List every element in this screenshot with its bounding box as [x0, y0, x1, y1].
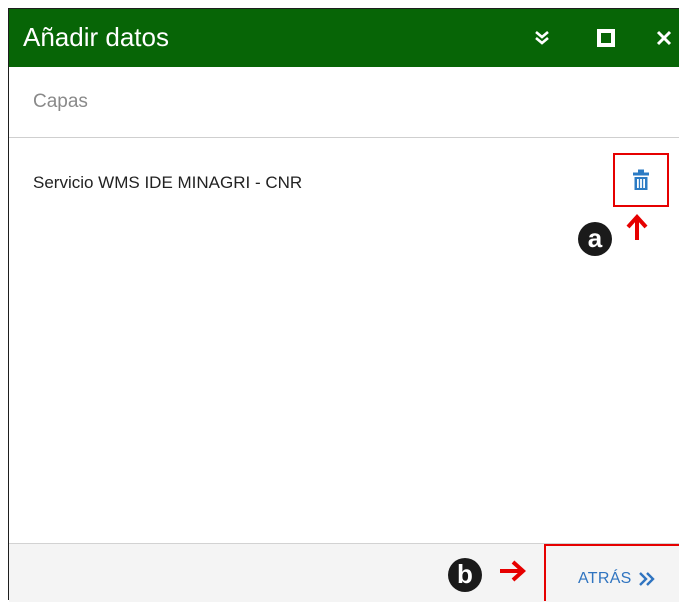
- double-chevron-down-icon: [535, 31, 549, 45]
- delete-layer-button[interactable]: [628, 166, 654, 194]
- layer-item: Servicio WMS IDE MINAGRI - CNR: [9, 157, 679, 209]
- panel-titlebar: Añadir datos: [9, 9, 679, 67]
- callout-a-letter: a: [587, 222, 603, 253]
- maximize-button[interactable]: [591, 23, 621, 53]
- layer-name: Servicio WMS IDE MINAGRI - CNR: [33, 173, 303, 192]
- back-button[interactable]: ATRÁS: [578, 567, 656, 591]
- trash-icon: [633, 169, 649, 190]
- section-header: Capas: [9, 67, 679, 138]
- section-label: Capas: [33, 91, 88, 112]
- panel-title: Añadir datos: [23, 22, 169, 52]
- collapse-button[interactable]: [527, 23, 557, 53]
- arrow-right-icon: [500, 560, 526, 582]
- double-chevron-right-icon: [638, 571, 656, 587]
- back-label: ATRÁS: [578, 570, 632, 587]
- callout-b: b: [448, 558, 482, 592]
- callout-a: a: [578, 222, 612, 256]
- callout-b-letter: b: [457, 558, 473, 589]
- close-button[interactable]: [649, 23, 679, 53]
- close-icon: [656, 30, 672, 46]
- add-data-panel: Añadir datos Capas Servicio WMS IDE MINA…: [8, 8, 679, 602]
- square-icon: [597, 29, 615, 47]
- arrow-up-icon: [626, 214, 648, 240]
